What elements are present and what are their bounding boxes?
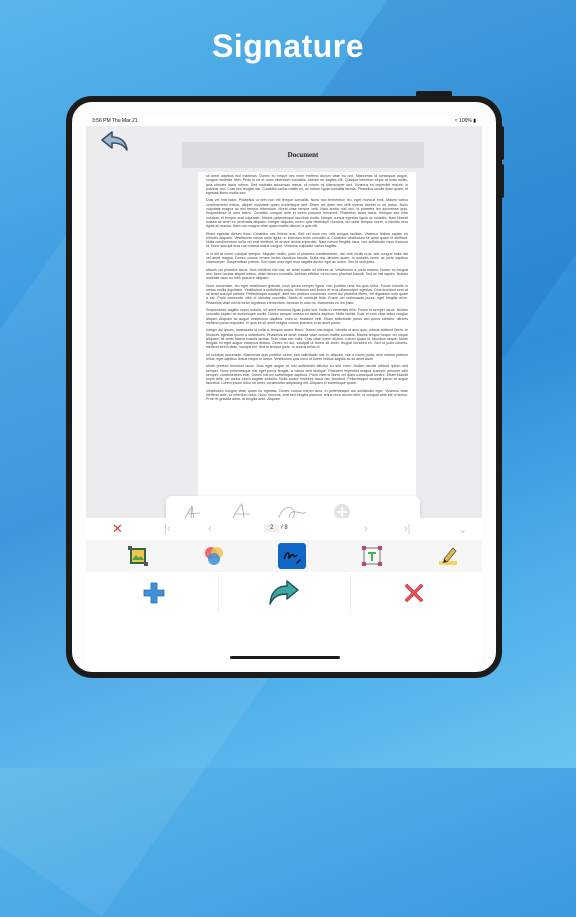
app-screen: 3:56 PM Thu Mar 21 ≈ 100% ▮ Document sit… [86, 116, 482, 666]
battery-level: 100% [459, 118, 472, 124]
back-arrow-icon[interactable] [100, 130, 130, 154]
paragraph: Morbi pretium tincidunt lacus. Duis eget… [206, 364, 408, 386]
page-navigation-bar: ✕ |‹ ‹ 2 / 8 › ›| ⌄ [86, 518, 482, 540]
share-button[interactable] [268, 578, 300, 608]
delete-button[interactable] [398, 578, 430, 608]
next-page-icon[interactable]: › [364, 523, 368, 535]
paragraph: Vestibulum congue vitae quam eu egestas.… [206, 388, 408, 402]
battery-icon: ▮ [473, 118, 476, 124]
home-indicator [230, 656, 340, 659]
page-indicator[interactable]: 2 / 8 [264, 524, 288, 532]
paragraph: Mauris vel pharetra lacus. Duis eleifend… [206, 267, 408, 281]
paragraph: sit amet dapibus nisl maximus. Donec eu … [206, 174, 408, 196]
text-format-icon [362, 546, 382, 566]
last-page-icon[interactable]: ›| [404, 523, 411, 535]
paragraph: Etiam egestas dictum risus. Curabitur ne… [206, 231, 408, 249]
current-page[interactable]: 2 [264, 524, 280, 532]
highlighter-icon [439, 547, 457, 565]
paragraph: Suspendisse sagittis turpis mauris, sit … [206, 308, 408, 325]
edit-toolbar [86, 540, 482, 572]
add-button[interactable] [138, 578, 170, 608]
signature-tool[interactable] [278, 543, 306, 569]
collapse-icon[interactable]: ⌄ [458, 523, 467, 536]
close-icon[interactable]: ✕ [112, 521, 123, 537]
plus-icon [143, 582, 165, 604]
paragraph: Integer dui ipsum, malesuada id nulla a,… [206, 328, 408, 350]
paragraph: In in elit at lorem volutpat semper. Ali… [206, 251, 408, 265]
highlight-tool[interactable] [434, 543, 462, 569]
color-tool[interactable] [200, 543, 228, 569]
page-total: / 8 [281, 525, 288, 531]
status-time: 3:56 PM [92, 118, 111, 124]
signature-pen-icon [283, 552, 301, 564]
paragraph: mi volutpat accumsan. Maecenas quis port… [206, 352, 408, 361]
status-bar: 3:56 PM Thu Mar 21 ≈ 100% ▮ [86, 116, 482, 126]
action-bar [86, 574, 482, 614]
wifi-icon: ≈ [454, 118, 458, 124]
color-circles-icon [205, 547, 223, 565]
crop-tool[interactable] [124, 543, 152, 569]
text-tool[interactable] [358, 543, 386, 569]
share-arrow-icon [269, 580, 299, 605]
document-viewer: Document sit amet dapibus nisl maximus. … [86, 126, 482, 528]
prev-page-icon[interactable]: ‹ [208, 523, 212, 535]
headline: Signature [211, 28, 365, 64]
document-title: Document [182, 142, 424, 168]
first-page-icon[interactable]: |‹ [164, 523, 171, 535]
tablet-frame: 3:56 PM Thu Mar 21 ≈ 100% ▮ Document sit… [66, 96, 502, 678]
delete-x-icon [404, 583, 424, 603]
paragraph: Duis vel erat dolor. Phasellus ut sem no… [206, 198, 408, 229]
paragraph: Nunc accumsan, leo eget vestibulum gravi… [206, 283, 408, 305]
crop-image-icon [128, 546, 148, 566]
document-page[interactable]: sit amet dapibus nisl maximus. Donec eu … [198, 172, 416, 502]
status-date: Thu Mar 21 [111, 118, 138, 124]
